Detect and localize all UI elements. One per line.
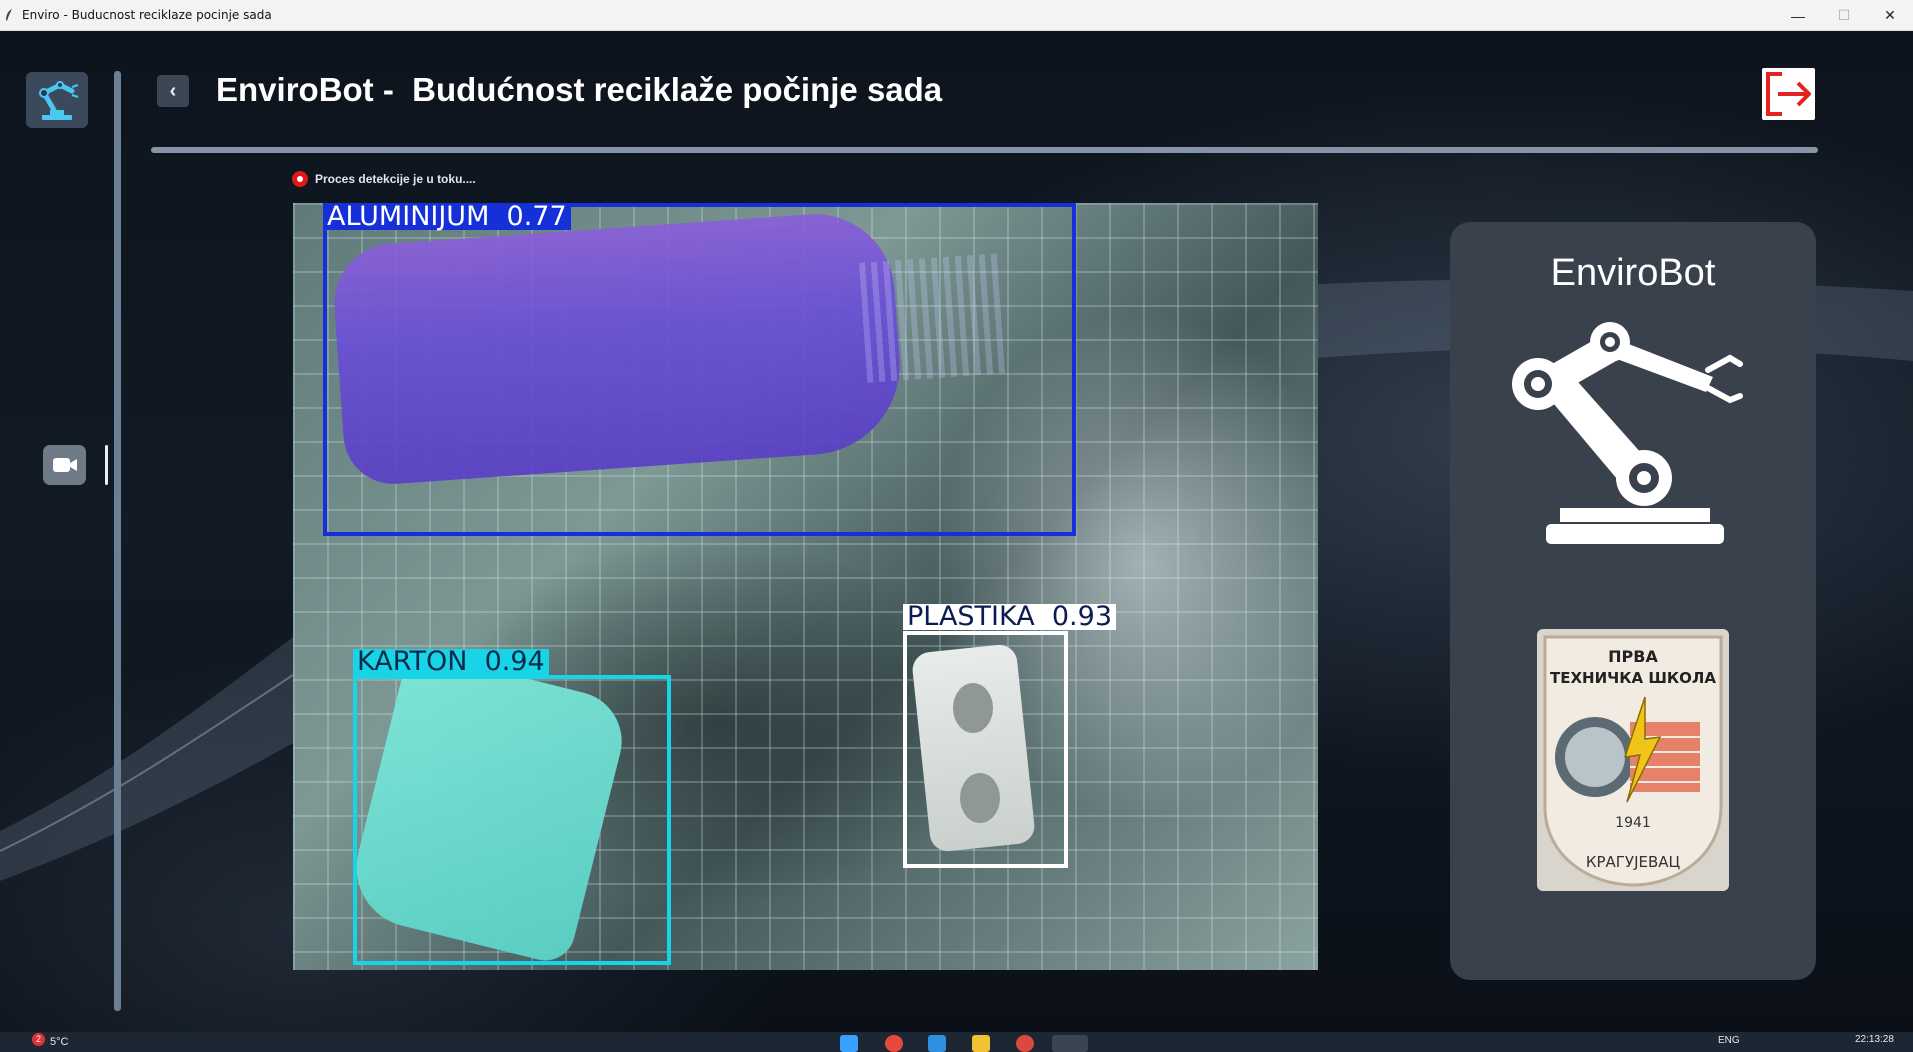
badge-line1: ПРВА: [1608, 647, 1658, 666]
camera-feed: ALUMINIJUM 0.77 KARTON 0.94 PLASTIKA 0.9…: [293, 203, 1318, 970]
panel-title: EnviroBot: [1550, 252, 1716, 294]
windows-start-icon[interactable]: [840, 1035, 858, 1052]
notification-badge[interactable]: 2: [32, 1033, 45, 1046]
detection-label-plastika: PLASTIKA 0.93: [903, 603, 1116, 630]
exit-icon: [1765, 72, 1811, 116]
window-title: Enviro - Buducnost reciklaze pocinje sad…: [22, 8, 272, 22]
back-chevron-icon: ‹: [169, 79, 177, 102]
taskbar-clock[interactable]: 22:13:28: [1855, 1034, 1894, 1045]
language-indicator[interactable]: ENG: [1718, 1035, 1740, 1046]
app-icon-red[interactable]: [1016, 1035, 1034, 1052]
detection-label-karton: KARTON 0.94: [353, 648, 549, 675]
browser-icon[interactable]: [885, 1035, 903, 1052]
exit-button[interactable]: [1762, 68, 1815, 120]
status-text: Proces detekcije je u toku....: [315, 172, 476, 186]
feather-app-icon: [4, 8, 18, 22]
back-button[interactable]: ‹: [157, 75, 189, 107]
window-titlebar: Enviro - Buducnost reciklaze pocinje sad…: [0, 0, 1913, 31]
close-button[interactable]: ✕: [1867, 0, 1913, 31]
weather-widget[interactable]: 5°C: [50, 1036, 68, 1048]
header-divider: [151, 147, 1818, 153]
info-panel: EnviroBot ПРВА ТЕХНИЧКА ШКОЛА 1941 КРАГУ…: [1450, 222, 1816, 980]
sidebar-divider: [114, 71, 121, 1011]
app-logo-button[interactable]: [26, 72, 88, 128]
badge-year: 1941: [1615, 815, 1651, 831]
camera-icon: [52, 458, 77, 472]
minimize-button[interactable]: —: [1775, 0, 1821, 31]
robot-arm-icon: [1512, 322, 1743, 544]
vscode-icon[interactable]: [928, 1035, 946, 1052]
detection-box-aluminijum: [323, 203, 1076, 536]
detection-label-aluminijum: ALUMINIJUM 0.77: [323, 203, 571, 230]
detection-box-karton: [353, 675, 671, 965]
robot-arm-icon: [39, 81, 79, 120]
maximize-button[interactable]: ☐: [1821, 0, 1867, 31]
badge-line2: ТЕХНИЧКА ШКОЛА: [1550, 669, 1716, 687]
detection-status: Proces detekcije je u toku....: [292, 171, 476, 187]
camera-nav-button[interactable]: [43, 445, 86, 485]
active-app-icon[interactable]: [1052, 1035, 1088, 1052]
school-badge: ПРВА ТЕХНИЧКА ШКОЛА 1941 КРАГУЈЕВАЦ: [1537, 629, 1729, 891]
os-taskbar: 2 5°C ENG 22:13:28: [0, 1032, 1913, 1052]
detection-box-plastika: [903, 631, 1068, 868]
recording-indicator-icon: [292, 171, 308, 187]
active-nav-indicator: [105, 445, 108, 485]
badge-city: КРАГУЈЕВАЦ: [1586, 853, 1681, 871]
page-title: EnviroBot - Budućnost reciklaže počinje …: [216, 71, 943, 108]
app-window: ‹ EnviroBot - Budućnost reciklaže počinj…: [0, 31, 1913, 1032]
file-explorer-icon[interactable]: [972, 1035, 990, 1052]
